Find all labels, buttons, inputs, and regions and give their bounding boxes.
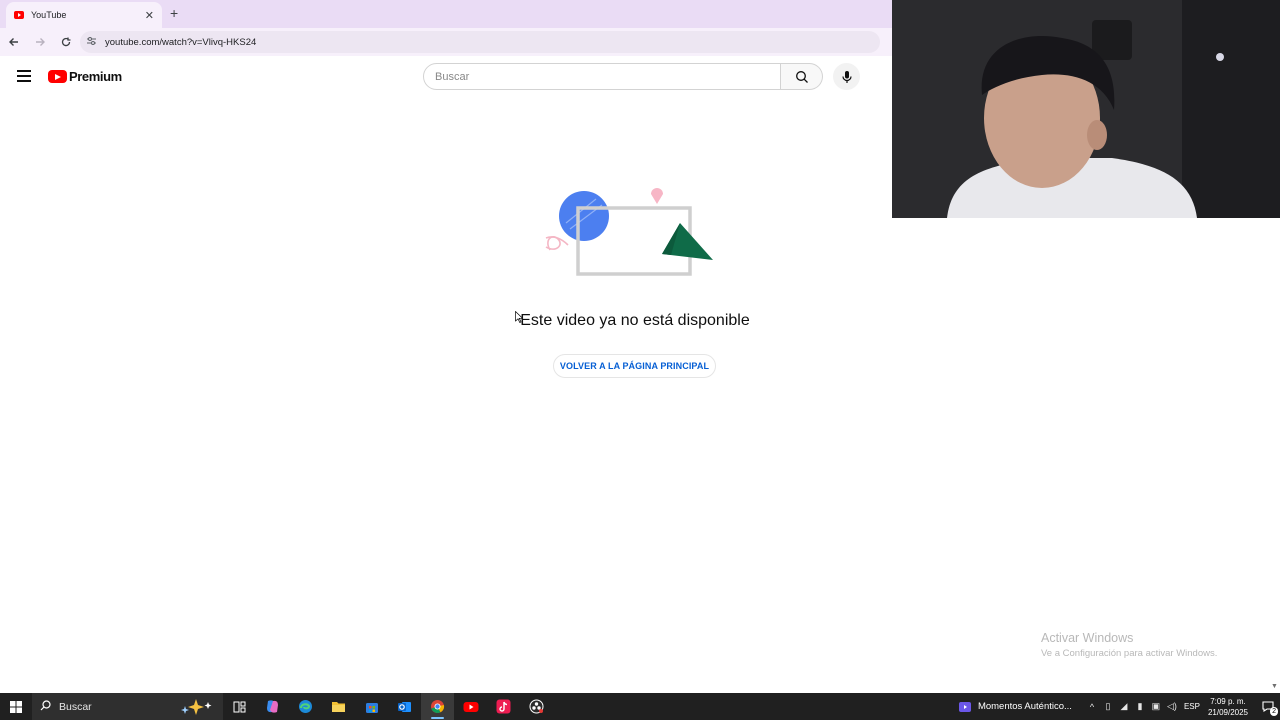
taskbar-search-box[interactable]: Buscar	[32, 693, 223, 720]
logo-text: Premium	[69, 69, 122, 84]
start-button[interactable]	[0, 693, 32, 720]
search-input[interactable]: Buscar	[423, 63, 781, 90]
youtube-premium-logo[interactable]: Premium	[48, 69, 122, 84]
browser-tab-strip: YouTube ✕ +	[0, 0, 892, 28]
clock-date: 21/09/2025	[1207, 707, 1248, 717]
outlook-icon[interactable]	[388, 693, 421, 720]
search-highlight-icon	[179, 698, 215, 719]
activate-windows-watermark: Activar Windows Ve a Configuración para …	[1041, 631, 1217, 659]
webcam-overlay	[892, 0, 1280, 218]
search-icon	[40, 699, 51, 714]
youtube-header: Premium Buscar	[0, 56, 892, 98]
notification-badge: 2	[1270, 707, 1278, 716]
reload-icon[interactable]	[54, 30, 78, 54]
search-button[interactable]	[781, 63, 823, 90]
youtube-logo-icon	[48, 70, 67, 83]
windows-logo-icon	[10, 700, 22, 713]
tray-device-icon[interactable]: ▯	[1100, 701, 1116, 712]
store-icon[interactable]	[355, 693, 388, 720]
moments-icon	[958, 701, 971, 712]
address-bar[interactable]: youtube.com/watch?v=Vlivq-HKS24	[80, 31, 880, 53]
language-indicator[interactable]: ESP	[1184, 702, 1200, 711]
microphone-icon	[841, 70, 852, 83]
camera-icon[interactable]: ▣	[1148, 701, 1164, 712]
clock-time: 7:09 p. m.	[1210, 696, 1246, 706]
forward-icon[interactable]	[28, 30, 52, 54]
copilot-icon[interactable]	[256, 693, 289, 720]
watermark-title: Activar Windows	[1041, 631, 1134, 645]
system-tray: Momentos Auténtico... ^ ▯ ◢ ▮ ▣ ◁) ESP 7…	[958, 693, 1280, 720]
tiktok-icon[interactable]	[487, 693, 520, 720]
file-explorer-icon[interactable]	[322, 693, 355, 720]
error-message: Este video ya no está disponible	[520, 312, 750, 329]
voice-search-button[interactable]	[833, 63, 860, 90]
back-to-home-button[interactable]: VOLVER A LA PÁGINA PRINCIPAL	[553, 354, 716, 378]
edge-icon[interactable]	[289, 693, 322, 720]
chevron-up-icon[interactable]: ^	[1084, 702, 1100, 712]
wifi-icon[interactable]: ◢	[1116, 701, 1132, 712]
back-icon[interactable]	[2, 30, 26, 54]
video-unavailable-illustration	[538, 183, 718, 283]
youtube-favicon-icon	[14, 11, 24, 19]
tab-title: YouTube	[31, 10, 67, 20]
clock[interactable]: 7:09 p. m. 21/09/2025	[1208, 696, 1248, 718]
url-text: youtube.com/watch?v=Vlivq-HKS24	[105, 36, 257, 48]
obs-icon[interactable]	[520, 693, 553, 720]
youtube-icon[interactable]	[454, 693, 487, 720]
task-view-icon[interactable]	[223, 693, 256, 720]
watermark-subtitle: Ve a Configuración para activar Windows.	[1041, 648, 1218, 659]
tab-close-icon[interactable]: ✕	[145, 9, 154, 22]
browser-tab-youtube[interactable]: YouTube ✕	[6, 2, 162, 28]
microphone-icon[interactable]: ▮	[1132, 701, 1148, 712]
scroll-down-arrow-icon[interactable]: ▼	[1271, 683, 1278, 690]
new-tab-button[interactable]: +	[170, 5, 178, 21]
moments-label: Momentos Auténtico...	[977, 701, 1072, 712]
chrome-icon[interactable]	[421, 693, 454, 720]
moments-widget[interactable]: Momentos Auténtico...	[958, 701, 1072, 713]
browser-toolbar: youtube.com/watch?v=Vlivq-HKS24	[0, 28, 892, 56]
notifications-button[interactable]: 2	[1256, 693, 1280, 720]
volume-icon[interactable]: ◁)	[1164, 701, 1180, 712]
windows-taskbar: Buscar Momentos Auténtico... ^ ▯ ◢ ▮ ▣ ◁…	[0, 693, 1280, 720]
taskbar-search-label: Buscar	[59, 700, 92, 713]
search-icon	[795, 70, 808, 83]
hamburger-menu-icon[interactable]	[17, 70, 31, 82]
site-info-icon[interactable]	[86, 36, 97, 48]
